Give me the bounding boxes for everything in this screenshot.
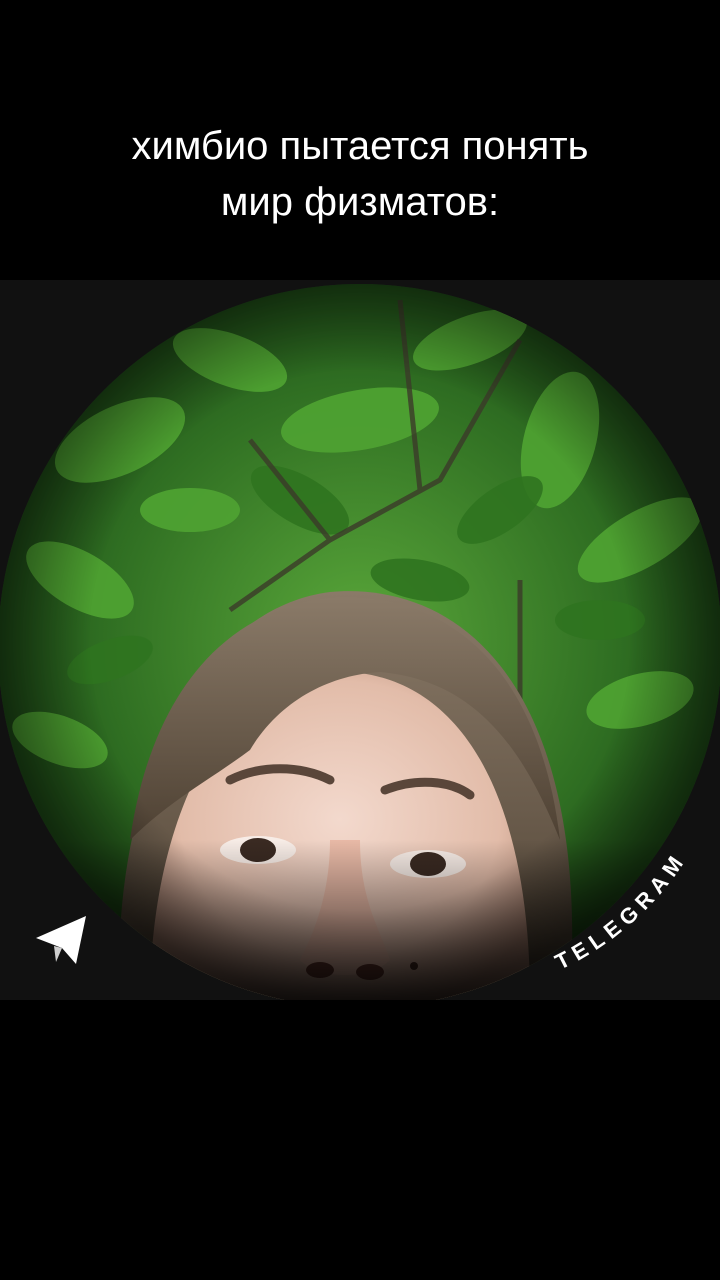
video-message[interactable]: TELEGRAM [0,280,720,1000]
caption-line-2: мир физматов: [220,180,500,224]
video-frame: TELEGRAM [0,280,720,1000]
bottom-area [0,1000,720,1280]
foliage-scene [0,284,720,1000]
caption: химбио пытается понять мир физматов: [0,118,720,230]
caption-line-1: химбио пытается понять [131,124,589,168]
